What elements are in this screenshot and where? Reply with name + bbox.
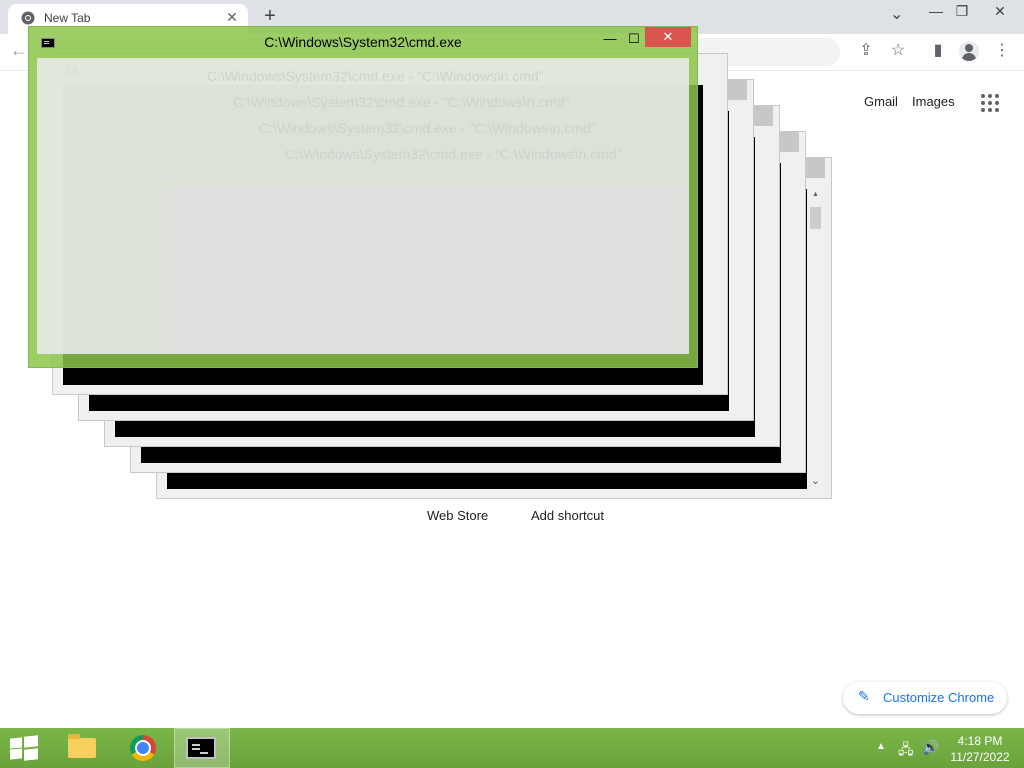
taskbar-cmd[interactable] bbox=[174, 728, 230, 768]
cmd-minimize-button[interactable]: — bbox=[597, 31, 623, 51]
taskbar-file-explorer[interactable] bbox=[54, 728, 110, 768]
ghost-title-1: C:\Windows\System32\cmd.exe - "C:\Window… bbox=[207, 68, 544, 84]
back-arrow-icon[interactable]: ← bbox=[10, 40, 28, 61]
cmd-maximize-button[interactable]: ☐ bbox=[621, 31, 647, 51]
profile-avatar-icon[interactable] bbox=[959, 41, 979, 61]
customize-chrome-label: Customize Chrome bbox=[883, 690, 995, 705]
google-apps-icon[interactable] bbox=[981, 94, 999, 112]
scroll-thumb[interactable] bbox=[810, 207, 821, 229]
side-panel-icon[interactable]: ▮ bbox=[927, 40, 949, 62]
ghost-title-4: C:\Windows\System32\cmd.exe - "C:\Window… bbox=[285, 146, 622, 162]
tab-title: New Tab bbox=[44, 11, 91, 25]
bookmark-star-icon[interactable]: ☆ bbox=[887, 40, 909, 62]
network-icon[interactable]: 🖧 bbox=[898, 739, 914, 763]
cmd-vertical-scrollbar[interactable]: ▲ ⌄ bbox=[807, 189, 824, 489]
window-minimize-button[interactable]: — bbox=[926, 3, 946, 19]
cmd-close-button[interactable]: ✕ bbox=[645, 27, 691, 47]
shortcut-web-store[interactable]: Web Store bbox=[427, 508, 488, 523]
cmd-icon bbox=[186, 737, 216, 759]
ghost-title-2: C:\Windows\System32\cmd.exe - "C:\Window… bbox=[233, 94, 570, 110]
taskbar: ▲ 🖧 🔊 4:18 PM 11/27/2022 bbox=[0, 728, 1024, 768]
ghost-console-area bbox=[163, 188, 687, 354]
cmd-window-active[interactable]: C:\Windows\System32\cmd.exe — ☐ ✕ C:\Win… bbox=[28, 26, 698, 368]
folder-icon bbox=[68, 734, 96, 758]
pencil-icon: ✎ bbox=[858, 688, 870, 704]
cmd-titlebar[interactable]: C:\Windows\System32\cmd.exe — ☐ ✕ bbox=[29, 27, 697, 57]
chrome-favicon-icon bbox=[21, 11, 35, 25]
share-icon[interactable]: ⇪ bbox=[855, 40, 877, 62]
clock-date[interactable]: 11/27/2022 bbox=[944, 750, 1016, 764]
clock-time[interactable]: 4:18 PM bbox=[944, 734, 1016, 748]
new-tab-button[interactable]: + bbox=[258, 5, 282, 28]
customize-chrome-button[interactable]: ✎ Customize Chrome bbox=[843, 682, 1007, 714]
chrome-icon bbox=[130, 735, 156, 761]
volume-icon[interactable]: 🔊 bbox=[922, 739, 939, 756]
ghost-title-3: C:\Windows\System32\cmd.exe - "C:\Window… bbox=[259, 120, 596, 136]
window-restore-button[interactable]: ❐ bbox=[952, 3, 972, 20]
scroll-down-icon[interactable]: ⌄ bbox=[807, 474, 824, 487]
tab-close-icon[interactable]: ✕ bbox=[224, 9, 240, 26]
images-link[interactable]: Images bbox=[912, 94, 955, 109]
tray-overflow-icon[interactable]: ▲ bbox=[876, 741, 886, 752]
cmd-console-area[interactable]: C:\Windows\System32\cmd.exe - "C:\Window… bbox=[37, 58, 689, 354]
gmail-link[interactable]: Gmail bbox=[864, 94, 898, 109]
window-close-button[interactable]: ✕ bbox=[990, 3, 1010, 20]
taskbar-chrome[interactable] bbox=[116, 728, 172, 768]
scroll-up-icon[interactable]: ▲ bbox=[807, 191, 824, 198]
windows-start-icon[interactable] bbox=[10, 735, 38, 761]
chrome-menu-icon[interactable]: ⋮ bbox=[991, 40, 1013, 62]
tab-search-icon[interactable]: ⌄ bbox=[890, 4, 903, 24]
shortcut-add-shortcut[interactable]: Add shortcut bbox=[531, 508, 604, 523]
